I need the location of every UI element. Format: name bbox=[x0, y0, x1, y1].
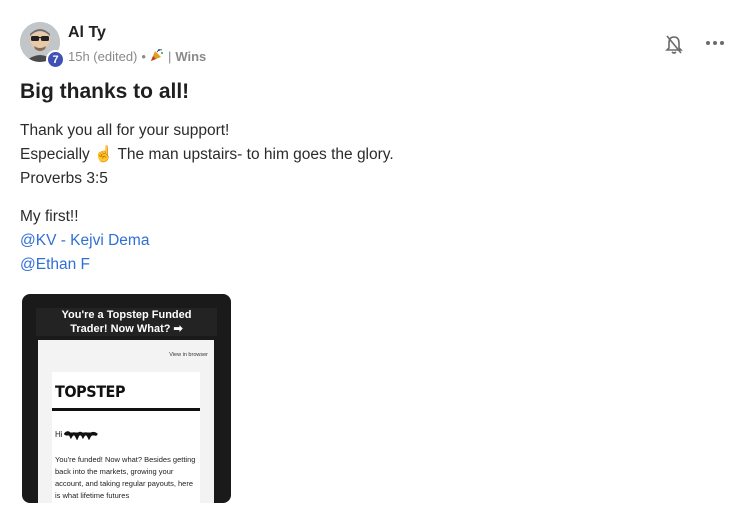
email-text: You're funded! Now what? Besides getting… bbox=[55, 455, 196, 500]
body-text: The man upstairs- to him goes the glory. bbox=[117, 146, 394, 163]
level-badge: 7 bbox=[46, 50, 65, 69]
body-line: Proverbs 3:5 bbox=[20, 170, 108, 187]
email-greeting: Hi bbox=[55, 430, 63, 439]
pointing-up-emoji-icon: ☝ bbox=[94, 146, 114, 163]
email-body: TOPSTEP Hi You're funded! Now what? Besi… bbox=[52, 372, 200, 503]
redaction-scribble bbox=[63, 427, 98, 441]
attachment-headline-line: You're a Topstep Funded bbox=[61, 309, 192, 321]
meta-separator: • bbox=[141, 49, 146, 64]
attachment-headline-line: Trader! Now What? ➡ bbox=[70, 323, 183, 335]
body-line: My first!! bbox=[20, 208, 79, 225]
body-line: Thank you all for your support! bbox=[20, 122, 230, 139]
author-name[interactable]: Al Ty bbox=[68, 24, 106, 42]
category-separator: | bbox=[167, 49, 172, 64]
post-title: Big thanks to all! bbox=[20, 80, 190, 103]
view-in-browser-link: View in browser bbox=[169, 352, 208, 358]
attachment-headline: You're a Topstep Funded Trader! Now What… bbox=[36, 308, 217, 336]
author-avatar-wrap[interactable]: 7 bbox=[20, 22, 65, 69]
image-attachment[interactable]: You're a Topstep Funded Trader! Now What… bbox=[22, 294, 231, 503]
email-card: View in browser TOPSTEP Hi You're funded… bbox=[38, 340, 214, 503]
bell-off-icon[interactable] bbox=[664, 34, 684, 56]
category-label[interactable]: Wins bbox=[175, 49, 206, 64]
post-time[interactable]: 15h (edited) bbox=[68, 49, 137, 64]
body-text: Especially bbox=[20, 146, 90, 163]
more-horizontal-icon[interactable] bbox=[704, 34, 726, 52]
mention-link[interactable]: @KV - Kejvi Dema bbox=[20, 232, 149, 249]
post-body: Thank you all for your support! Especial… bbox=[20, 119, 394, 277]
brand-logo: TOPSTEP bbox=[55, 382, 126, 401]
post-header: 7 Al Ty 15h (edited) • | Wins bbox=[20, 20, 733, 69]
post-meta: 15h (edited) • | Wins bbox=[68, 48, 206, 65]
divider bbox=[52, 408, 200, 411]
body-line: Especially ☝ The man upstairs- to him go… bbox=[20, 143, 394, 167]
mention-link[interactable]: @Ethan F bbox=[20, 256, 90, 273]
party-popper-icon bbox=[150, 48, 164, 65]
